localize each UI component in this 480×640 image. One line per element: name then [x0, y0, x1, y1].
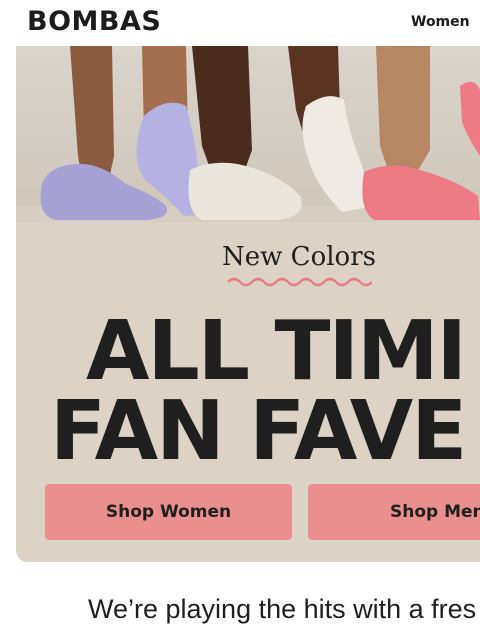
nav-link-women[interactable]: Women — [411, 14, 470, 30]
shop-men-button[interactable]: Shop Men — [308, 484, 480, 540]
headline-line-2: FAN FAVE — [50, 384, 467, 479]
squiggle-underline — [227, 277, 372, 287]
intro-tagline: We’re playing the hits with a fres — [88, 594, 477, 624]
socks-lineup-photo — [16, 46, 480, 222]
hero-banner[interactable]: New Colors ALL TIMI FAN FAVE Shop Women … — [16, 46, 480, 562]
bombas-logo[interactable]: BOMBAS — [27, 6, 161, 37]
site-header: BOMBAS Women — [0, 0, 480, 46]
shop-women-button[interactable]: Shop Women — [45, 484, 292, 540]
eyebrow-text: New Colors — [222, 242, 376, 272]
